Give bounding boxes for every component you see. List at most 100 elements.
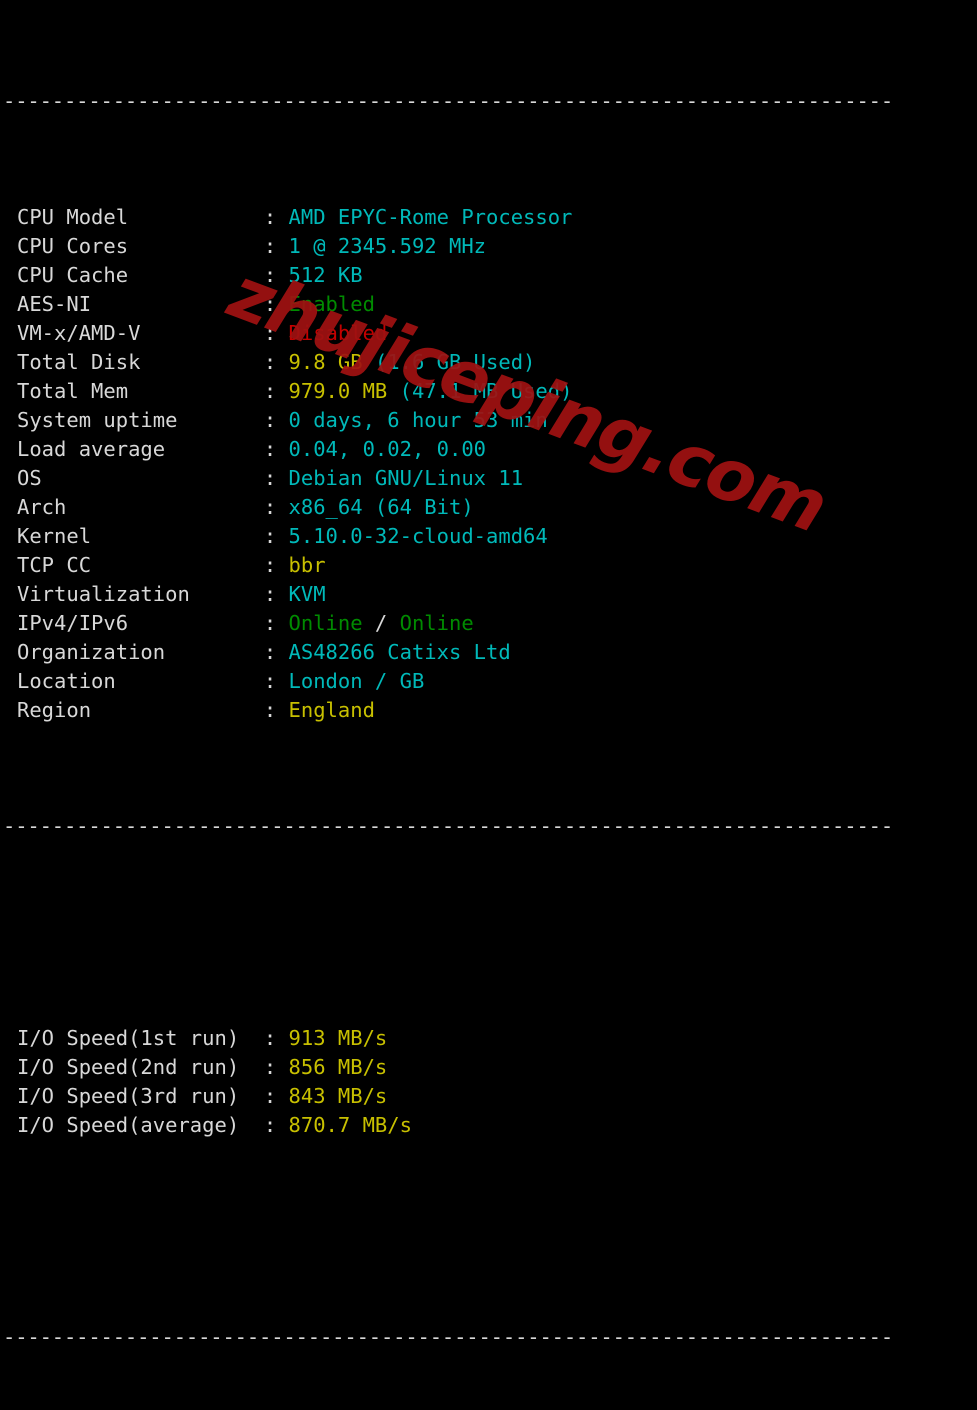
field-colon: : (263, 698, 289, 722)
sysinfo-row: CPU Cores : 1 @ 2345.592 MHz (0, 232, 977, 261)
sysinfo-label: Kernel (17, 524, 264, 548)
sysinfo-row: OS : Debian GNU/Linux 11 (0, 464, 977, 493)
sysinfo-label: CPU Cores (17, 234, 264, 258)
separator-bottom: ----------------------------------------… (3, 1325, 894, 1349)
sysinfo-row: Arch : x86_64 (64 Bit) (0, 493, 977, 522)
sysinfo-value: Disabled (288, 321, 388, 345)
terminal-output: ----------------------------------------… (0, 0, 977, 1349)
iospeed-row: I/O Speed(3rd run) : 843 MB/s (0, 1082, 977, 1111)
sysinfo-row: Total Mem : 979.0 MB (47.1 MB Used) (0, 377, 977, 406)
sysinfo-value: 979.0 MB (288, 379, 400, 403)
sysinfo-row: Total Disk : 9.8 GB (1.6 GB Used) (0, 348, 977, 377)
sysinfo-value: Online (399, 611, 474, 635)
sysinfo-label: CPU Model (17, 205, 264, 229)
sysinfo-label: System uptime (17, 408, 264, 432)
sysinfo-row: CPU Model : AMD EPYC-Rome Processor (0, 203, 977, 232)
iospeed-row: I/O Speed(1st run) : 913 MB/s (0, 1024, 977, 1053)
field-colon: : (263, 292, 289, 316)
sysinfo-row: Load average : 0.04, 0.02, 0.00 (0, 435, 977, 464)
sysinfo-label: TCP CC (17, 553, 264, 577)
sysinfo-value: 5.10.0-32-cloud-amd64 (288, 524, 548, 548)
sysinfo-value: London / GB (288, 669, 425, 693)
field-colon: : (263, 524, 289, 548)
sysinfo-label: Load average (17, 437, 264, 461)
sysinfo-label: AES-NI (17, 292, 264, 316)
sysinfo-row: Location : London / GB (0, 667, 977, 696)
iospeed-label: I/O Speed(average) (17, 1113, 264, 1137)
sysinfo-value: KVM (288, 582, 326, 606)
sysinfo-label: Region (17, 698, 264, 722)
sysinfo-value: AS48266 Catixs Ltd (288, 640, 511, 664)
iospeed-label: I/O Speed(1st run) (17, 1026, 264, 1050)
io-speed-block: I/O Speed(1st run) : 913 MB/s I/O Speed(2… (0, 1024, 977, 1140)
sysinfo-label: Total Disk (17, 350, 264, 374)
field-colon: : (263, 553, 289, 577)
field-colon: : (263, 1055, 289, 1079)
sysinfo-label: Organization (17, 640, 264, 664)
sysinfo-label: OS (17, 466, 264, 490)
field-colon: : (263, 234, 289, 258)
sysinfo-value: / (362, 611, 400, 635)
sysinfo-label: Arch (17, 495, 264, 519)
spacer-row (0, 928, 977, 937)
sysinfo-label: Location (17, 669, 264, 693)
sysinfo-value: 512 KB (288, 263, 363, 287)
field-colon: : (263, 640, 289, 664)
iospeed-row: I/O Speed(2nd run) : 856 MB/s (0, 1053, 977, 1082)
sysinfo-value: AMD EPYC-Rome Processor (288, 205, 573, 229)
sysinfo-value: x86_64 (64 Bit) (288, 495, 474, 519)
sysinfo-value: Enabled (288, 292, 375, 316)
field-colon: : (263, 1113, 289, 1137)
field-colon: : (263, 321, 289, 345)
field-colon: : (263, 466, 289, 490)
sysinfo-label: VM-x/AMD-V (17, 321, 264, 345)
sysinfo-row: Organization : AS48266 Catixs Ltd (0, 638, 977, 667)
field-colon: : (263, 263, 289, 287)
field-colon: : (263, 611, 289, 635)
separator-middle: ----------------------------------------… (3, 814, 894, 838)
sysinfo-label: Virtualization (17, 582, 264, 606)
sysinfo-label: Total Mem (17, 379, 264, 403)
sysinfo-value: bbr (288, 553, 326, 577)
field-colon: : (263, 408, 289, 432)
field-colon: : (263, 495, 289, 519)
iospeed-value: 913 MB/s (288, 1026, 388, 1050)
sysinfo-row: AES-NI : Enabled (0, 290, 977, 319)
field-colon: : (263, 379, 289, 403)
field-colon: : (263, 582, 289, 606)
iospeed-row: I/O Speed(average) : 870.7 MB/s (0, 1111, 977, 1140)
sysinfo-row: VM-x/AMD-V : Disabled (0, 319, 977, 348)
sysinfo-value: 1 @ 2345.592 MHz (288, 234, 487, 258)
sysinfo-row: Virtualization : KVM (0, 580, 977, 609)
sysinfo-row: System uptime : 0 days, 6 hour 53 min (0, 406, 977, 435)
sysinfo-value: (47.1 MB Used) (399, 379, 573, 403)
iospeed-label: I/O Speed(2nd run) (17, 1055, 264, 1079)
iospeed-value: 870.7 MB/s (288, 1113, 412, 1137)
field-colon: : (263, 1084, 289, 1108)
sysinfo-value: 9.8 GB (288, 350, 375, 374)
field-colon: : (263, 669, 289, 693)
sysinfo-value: England (288, 698, 375, 722)
sysinfo-row: Kernel : 5.10.0-32-cloud-amd64 (0, 522, 977, 551)
sysinfo-row: CPU Cache : 512 KB (0, 261, 977, 290)
field-colon: : (263, 437, 289, 461)
separator-top: ----------------------------------------… (3, 89, 894, 113)
sysinfo-value: 0 days, 6 hour 53 min (288, 408, 548, 432)
field-colon: : (263, 205, 289, 229)
sysinfo-label: IPv4/IPv6 (17, 611, 264, 635)
sysinfo-value: 0.04, 0.02, 0.00 (288, 437, 487, 461)
field-colon: : (263, 1026, 289, 1050)
system-info-block: CPU Model : AMD EPYC-Rome Processor CPU C… (0, 203, 977, 725)
sysinfo-label: CPU Cache (17, 263, 264, 287)
sysinfo-row: IPv4/IPv6 : Online / Online (0, 609, 977, 638)
iospeed-label: I/O Speed(3rd run) (17, 1084, 264, 1108)
iospeed-value: 856 MB/s (288, 1055, 388, 1079)
sysinfo-row: TCP CC : bbr (0, 551, 977, 580)
sysinfo-value: Online (288, 611, 363, 635)
iospeed-value: 843 MB/s (288, 1084, 388, 1108)
sysinfo-row: Region : England (0, 696, 977, 725)
spacer-row-2 (0, 1227, 977, 1236)
sysinfo-value: Debian GNU/Linux 11 (288, 466, 524, 490)
sysinfo-value: (1.6 GB Used) (374, 350, 536, 374)
field-colon: : (263, 350, 289, 374)
